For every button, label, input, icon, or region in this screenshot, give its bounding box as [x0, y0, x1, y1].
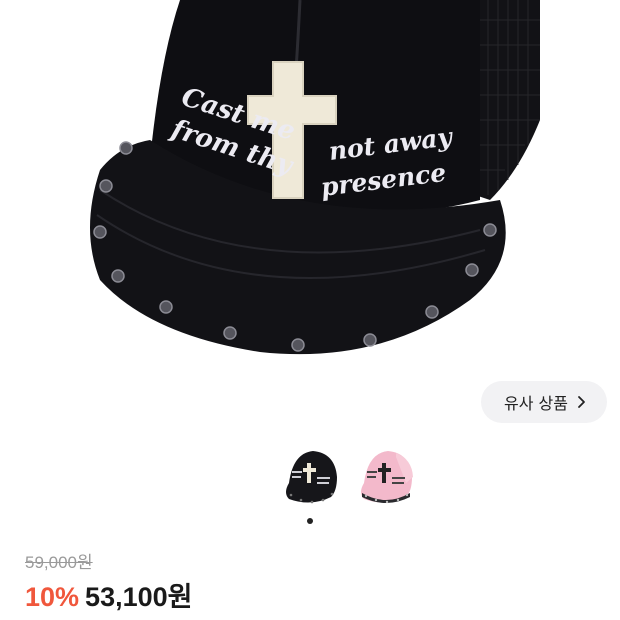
- chevron-right-icon: [574, 395, 588, 409]
- thumbnail-strip: [0, 447, 620, 511]
- discount-rate: 10%: [25, 582, 80, 612]
- product-image: Cast me from thy not away presence: [0, 0, 620, 372]
- original-price: 59,000원: [25, 553, 93, 572]
- carousel-indicator-dot: [307, 518, 313, 524]
- price-row: 10% 53,100원: [25, 575, 192, 614]
- similar-products-button[interactable]: 유사 상품: [481, 381, 607, 423]
- similar-products-label: 유사 상품: [504, 394, 568, 413]
- thumbnail-black-cap[interactable]: [281, 447, 341, 509]
- sale-price: 53,100원: [85, 582, 193, 612]
- thumbnail-pink-cap[interactable]: [356, 447, 416, 509]
